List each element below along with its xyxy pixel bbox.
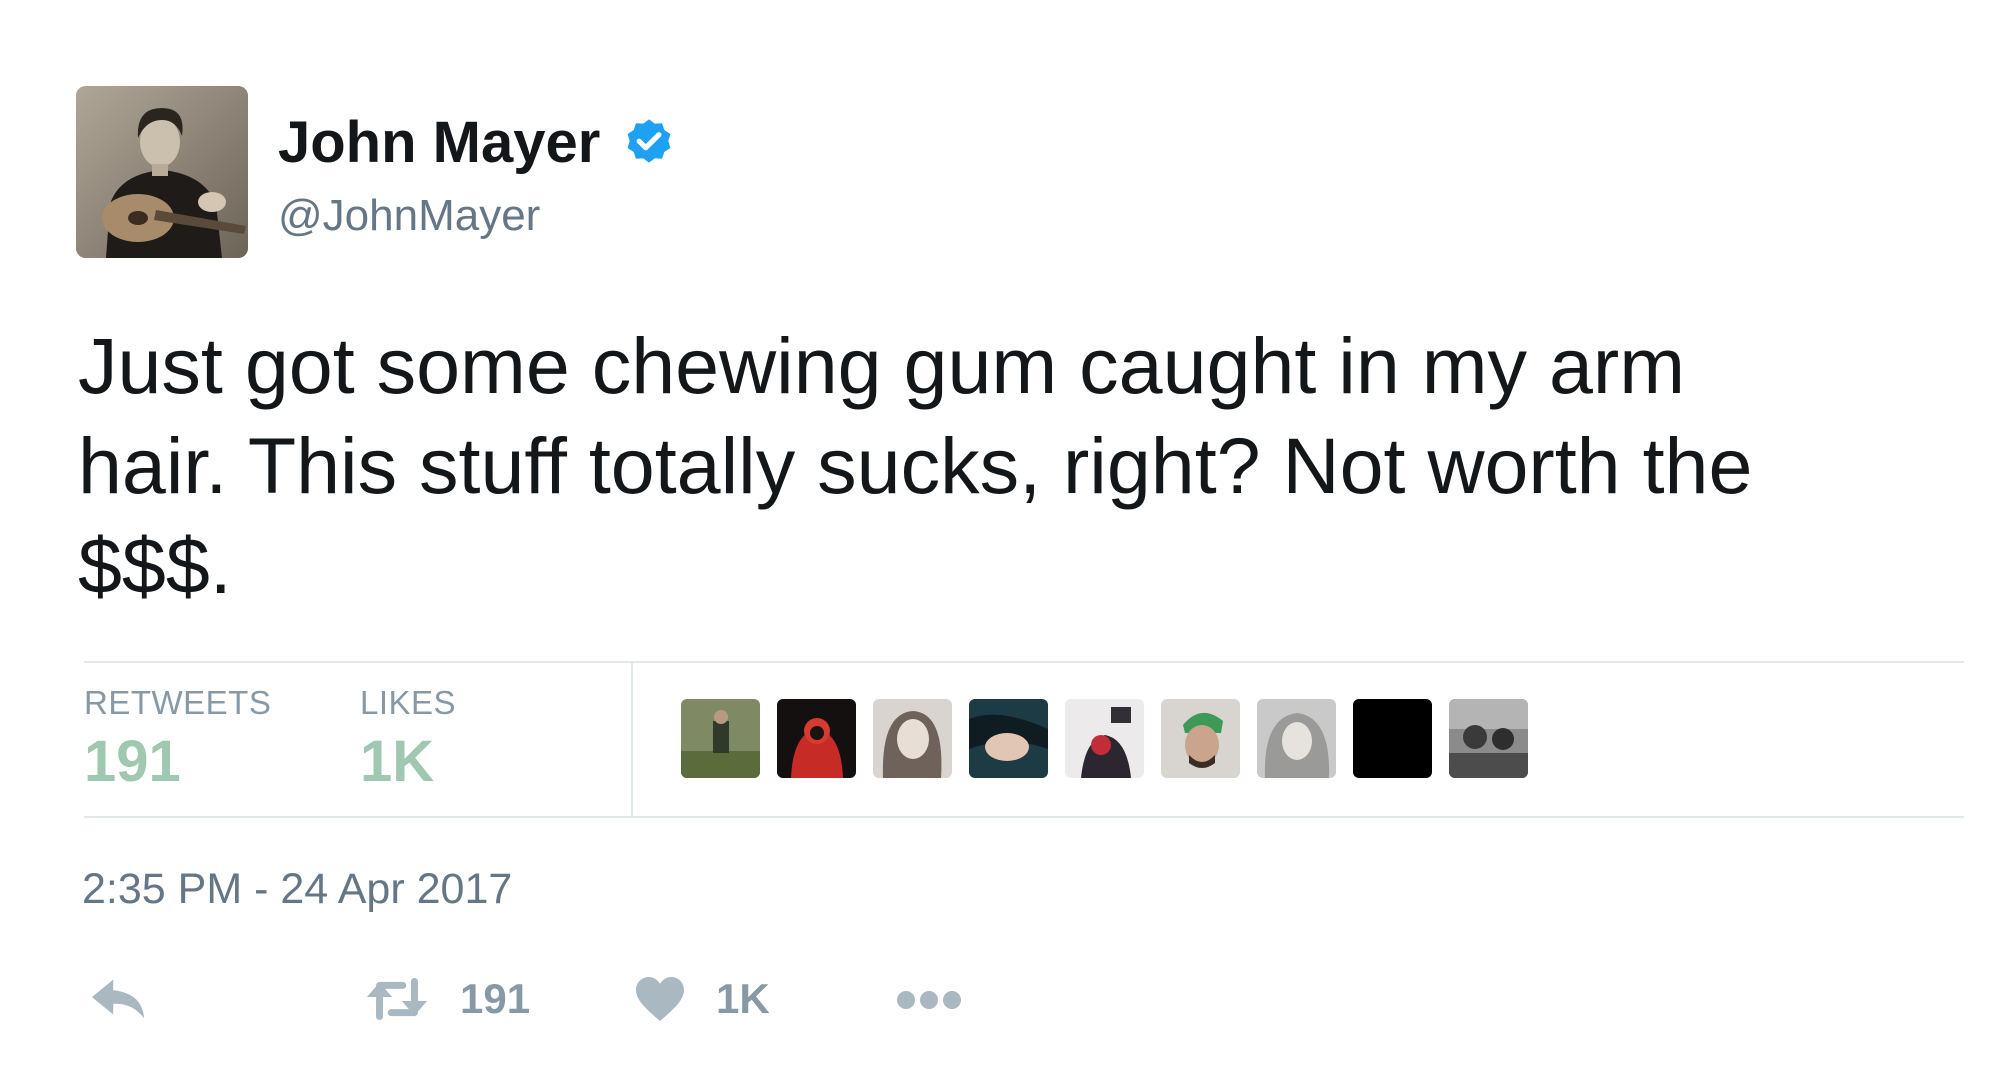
retweet-button[interactable]: 191 (364, 975, 530, 1023)
retweets-stat[interactable]: RETWEETS 191 (84, 686, 271, 791)
tweet-text: Just got some chewing gum caught in my a… (78, 316, 1958, 616)
retweets-label: RETWEETS (84, 684, 272, 721)
stats-divider-vertical (631, 661, 633, 818)
tweet-text-line: $$$. (78, 521, 232, 610)
more-dots-icon (897, 991, 961, 1009)
more-button[interactable] (896, 990, 962, 1010)
stats-divider-top (84, 661, 1964, 663)
reply-button[interactable] (90, 975, 148, 1023)
tweet-timestamp[interactable]: 2:35 PM - 24 Apr 2017 (82, 868, 512, 911)
liker-avatar[interactable] (777, 699, 856, 778)
author-handle[interactable]: @JohnMayer (278, 194, 540, 238)
heart-icon (636, 977, 684, 1021)
liker-avatar[interactable] (1065, 699, 1144, 778)
retweet-icon (366, 978, 428, 1020)
author-display-name[interactable]: John Mayer (278, 114, 600, 172)
liker-avatar[interactable] (1449, 699, 1528, 778)
stats-divider-bottom (84, 816, 1964, 818)
tweet-text-line: hair. This stuff totally sucks, right? N… (78, 421, 1753, 510)
likes-label: LIKES (360, 684, 457, 721)
tweet-card: John Mayer @JohnMayer Just got some chew… (0, 0, 2000, 1077)
liker-avatar[interactable] (969, 699, 1048, 778)
liker-avatar[interactable] (1353, 699, 1432, 778)
verified-badge-icon (627, 119, 671, 163)
retweet-count: 191 (460, 975, 531, 1022)
likes-stat[interactable]: LIKES 1K (360, 686, 456, 791)
like-count: 1K (716, 975, 770, 1022)
author-avatar[interactable] (76, 86, 248, 258)
liker-avatar[interactable] (873, 699, 952, 778)
retweets-value: 191 (84, 729, 181, 794)
liker-avatar[interactable] (681, 699, 760, 778)
reply-icon (91, 979, 145, 1019)
liker-avatar[interactable] (1257, 699, 1336, 778)
like-button[interactable]: 1K (634, 975, 770, 1023)
liker-avatars (681, 699, 1528, 778)
tweet-text-line: Just got some chewing gum caught in my a… (78, 321, 1686, 410)
likes-value: 1K (360, 729, 435, 794)
liker-avatar[interactable] (1161, 699, 1240, 778)
